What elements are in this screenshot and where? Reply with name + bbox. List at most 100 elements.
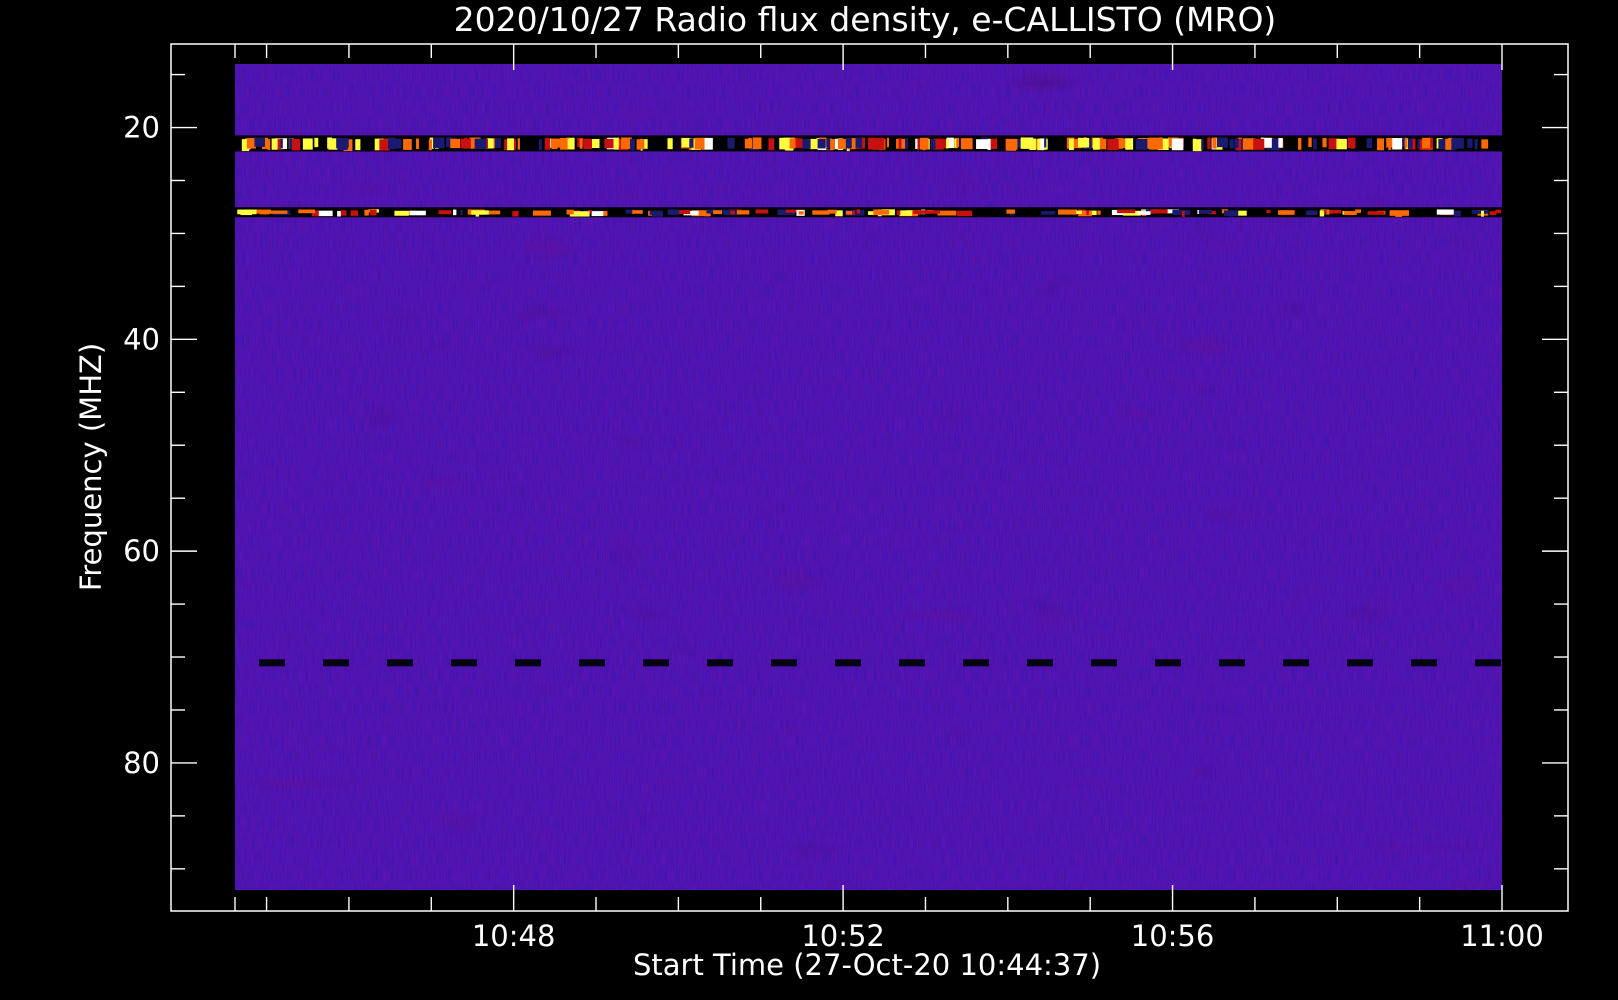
band-segment [1086,210,1089,216]
band-segment [336,137,339,149]
band-segment [1278,138,1283,148]
band-segment [394,210,409,216]
band-segment [1326,209,1330,215]
band-segment [898,138,902,150]
band-segment [826,138,831,150]
band-segment [798,211,804,215]
dash-segment [387,659,413,667]
band-segment [1417,139,1420,150]
band-segment [1092,137,1100,150]
spectrogram-heatmap [235,64,1502,890]
band-segment [667,138,673,150]
band-segment [474,138,487,150]
band-segment [905,138,909,150]
band-segment [453,209,457,216]
band-segment [1229,139,1234,149]
band-segment [1313,138,1317,150]
x-tick-label: 10:48 [472,919,556,953]
band-segment [1040,211,1056,215]
dash-segment [1155,659,1181,667]
band-segment [1212,137,1217,149]
band-segment [1172,209,1180,215]
band-segment [583,138,593,150]
band-segment [1077,137,1090,148]
band-segment [1322,137,1327,148]
band-segment [579,138,583,149]
band-segment [566,209,574,215]
dash-segment [963,659,989,667]
band-segment [1481,139,1489,149]
band-segment [267,139,271,150]
band-segment [341,210,347,216]
band-segment [613,137,619,150]
dash-segment [1027,659,1053,667]
band-segment [1058,209,1078,215]
band-segment [1253,138,1265,150]
band-segment [1455,137,1464,149]
band-segment [532,210,551,216]
band-segment [1278,210,1295,215]
dash-segment [323,659,349,667]
band-segment [1489,211,1497,215]
band-segment [727,137,735,149]
dash-segment [259,659,285,667]
band-segment [802,138,811,149]
band-segment [957,210,973,217]
band-segment [689,138,694,148]
band-segment [817,139,826,149]
band-segment [544,138,551,150]
band-segment [1377,138,1384,151]
band-segment [551,139,558,150]
band-segment [314,137,319,148]
band-segment [355,139,361,151]
band-segment [960,138,973,150]
band-segment [415,138,420,149]
band-segment [460,138,471,149]
band-segment [827,209,837,214]
band-segment [1366,138,1373,149]
band-segment [855,137,863,148]
band-segment [845,211,853,215]
band-segment [1069,138,1074,151]
band-segment [956,137,960,148]
x-tick-label: 11:00 [1460,919,1544,953]
band-segment [494,138,502,149]
band-segment [1216,137,1228,148]
band-segment [1107,138,1119,151]
band-segment [779,137,790,150]
band-segment [328,138,338,150]
band-segment [1224,210,1239,216]
band-segment [748,137,752,149]
band-segment [1404,137,1408,148]
band-segment [1392,138,1403,150]
band-segment [271,138,278,150]
band-segment [873,137,885,150]
band-segment [1201,139,1204,150]
band-segment [1192,138,1197,148]
band-segment [946,139,949,149]
band-segment [1347,137,1356,148]
band-segment [1076,210,1082,215]
y-axis-title: Frequency (MHZ) [74,343,108,591]
band-segment [1336,138,1347,150]
band-segment [1495,209,1502,214]
band-segment [471,210,489,215]
band-segment [1207,137,1211,150]
band-segment [987,138,991,150]
band-segment [694,137,705,150]
band-segment [949,211,957,215]
band-segment [340,138,348,150]
band-segment [789,138,796,149]
band-segment [1242,138,1255,150]
y-tick-label: 20 [123,111,160,145]
band-segment [768,138,775,151]
dash-segment [1091,659,1117,667]
band-segment [852,210,855,215]
band-segment [900,210,913,216]
band-segment [409,210,426,216]
band-segment [604,138,614,149]
band-segment [1171,138,1184,151]
band-segment [302,138,313,150]
band-segment [468,209,472,215]
band-segment [976,139,988,150]
